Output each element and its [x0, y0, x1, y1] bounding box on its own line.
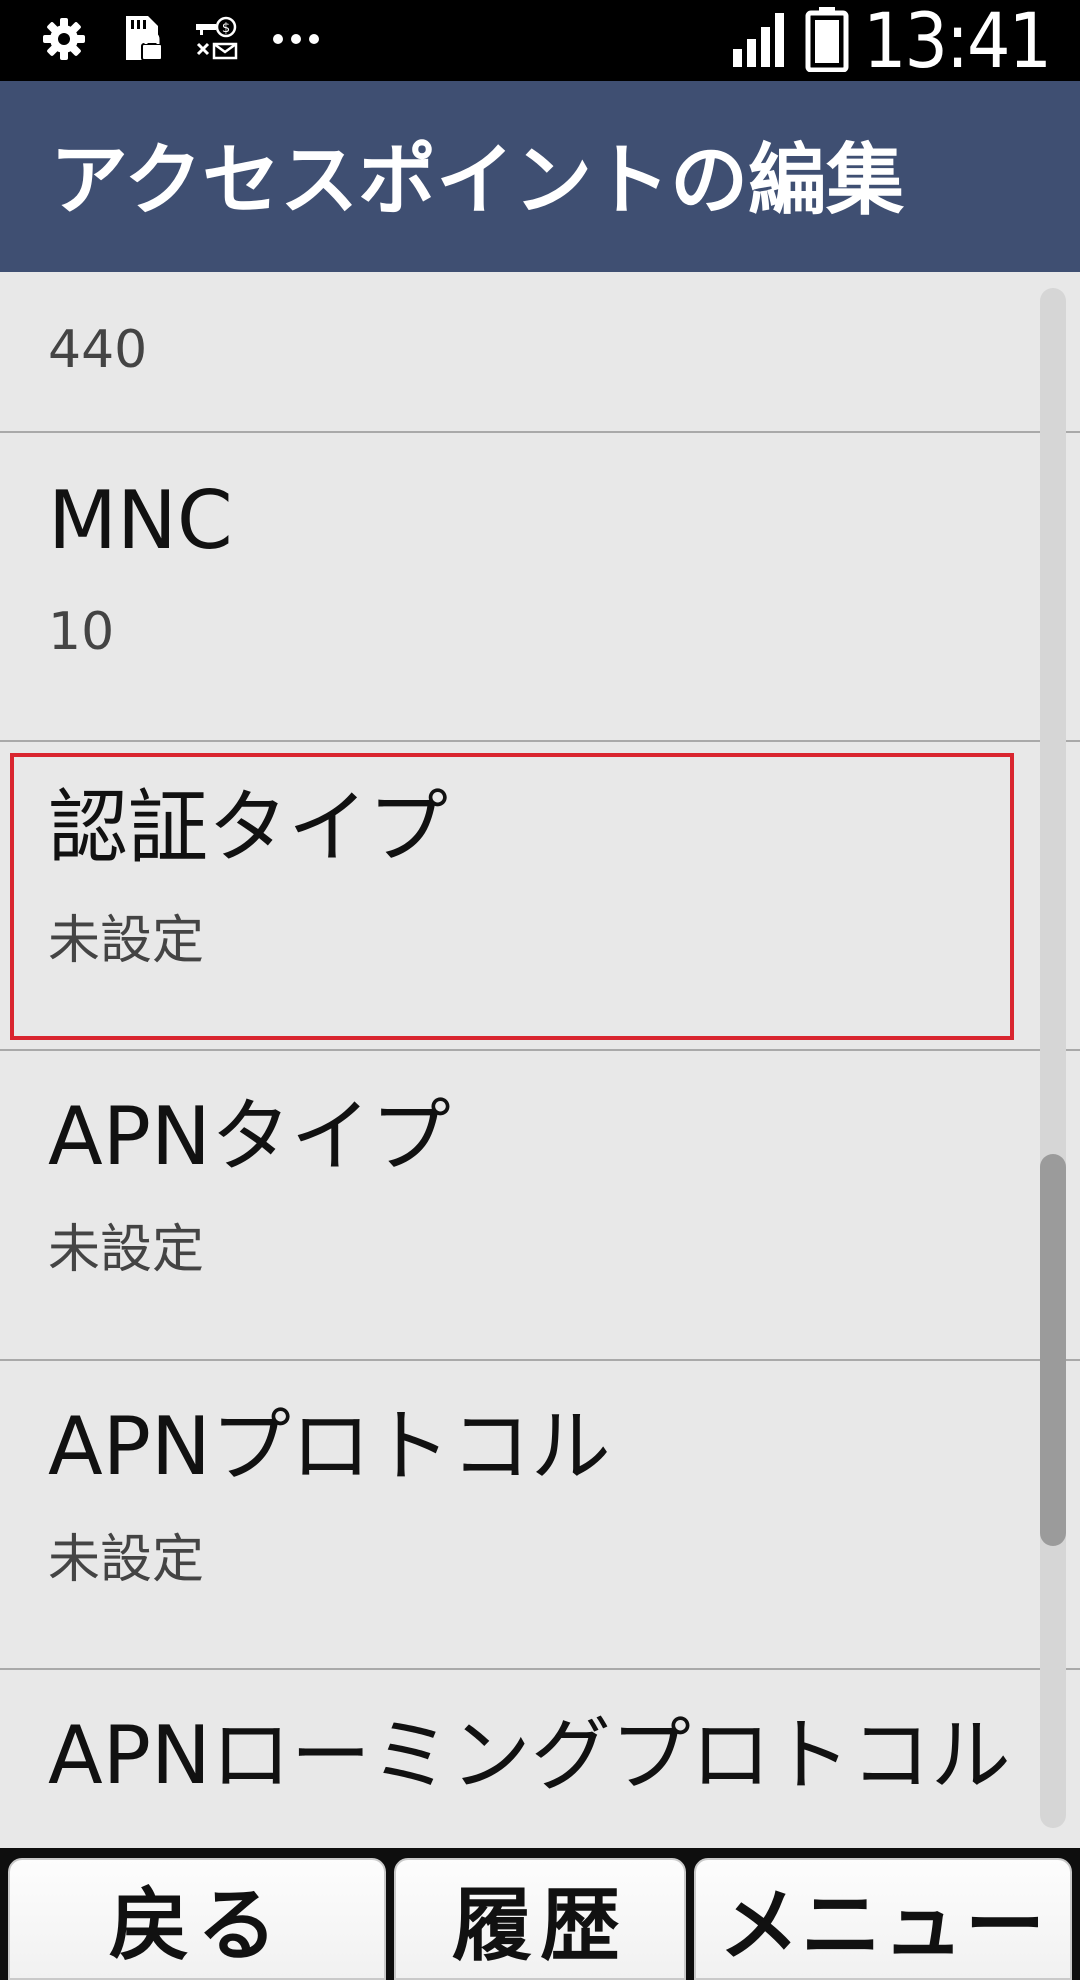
status-bar: $ 13:41 — [0, 0, 1080, 81]
mnc-value: 10 — [48, 602, 115, 662]
clock: 13:41 — [862, 0, 1052, 85]
more-dots-icon — [270, 29, 322, 53]
setting-row-apn-roaming-protocol[interactable]: APNローミングプロトコル — [0, 1670, 1080, 1848]
notification-icons: $ — [40, 16, 322, 66]
menu-button[interactable]: メニュー — [694, 1858, 1072, 1980]
setting-row-mnc[interactable]: MNC 10 — [0, 433, 1080, 742]
signal-icon — [731, 9, 791, 73]
back-button[interactable]: 戻る — [8, 1858, 386, 1980]
battery-icon — [805, 6, 849, 76]
setting-row-apn-type[interactable]: APNタイプ 未設定 — [0, 1051, 1080, 1361]
scrollbar-track[interactable] — [1040, 288, 1066, 1828]
apn-roaming-protocol-title: APNローミングプロトコル — [48, 1709, 1011, 1802]
status-right: 13:41 — [731, 0, 1052, 85]
app-header: アクセスポイントの編集 — [0, 81, 1080, 272]
gear-icon — [40, 15, 88, 67]
page-title: アクセスポイントの編集 — [50, 136, 905, 226]
apn-protocol-value: 未設定 — [48, 1530, 205, 1590]
apn-type-title: APNタイプ — [48, 1090, 451, 1183]
scrollbar-thumb[interactable] — [1040, 1154, 1066, 1546]
setting-row-mcc[interactable]: 440 — [0, 272, 1080, 433]
settings-list[interactable]: 440 MNC 10 認証タイプ 未設定 APNタイプ 未設定 APNプロトコル… — [0, 272, 1080, 1848]
mnc-title: MNC — [48, 474, 233, 567]
focus-highlight — [10, 753, 1014, 1040]
mcc-value: 440 — [48, 320, 148, 380]
sd-card-lock-icon — [118, 14, 164, 68]
soft-key-bar: 戻る 履歴 メニュー — [0, 1848, 1080, 1980]
history-button[interactable]: 履歴 — [394, 1858, 686, 1980]
svg-text:$: $ — [222, 21, 230, 36]
apn-type-value: 未設定 — [48, 1220, 205, 1280]
setting-row-apn-protocol[interactable]: APNプロトコル 未設定 — [0, 1361, 1080, 1670]
key-money-mail-icon: $ — [194, 16, 240, 66]
apn-protocol-title: APNプロトコル — [48, 1400, 611, 1493]
